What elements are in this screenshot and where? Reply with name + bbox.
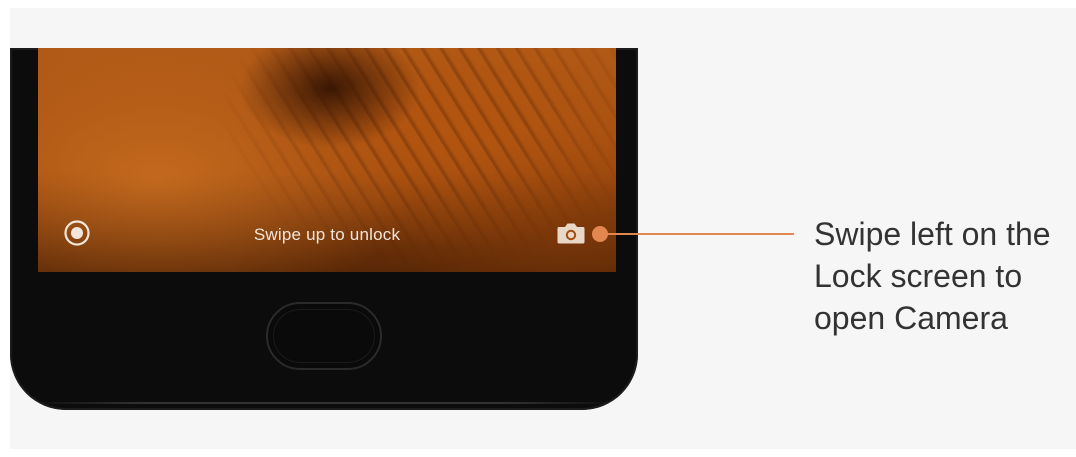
lock-screen: Swipe up to unlock [38,48,616,272]
home-button[interactable] [266,302,382,370]
callout-line [606,233,794,235]
callout-caption: Swipe left on the Lock screen to open Ca… [814,216,1051,336]
phone-body: Swipe up to unlock [10,48,638,410]
camera-icon[interactable] [556,220,586,246]
unlock-hint: Swipe up to unlock [253,225,401,244]
illustration: Swipe up to unlock Swipe left on the Loc… [0,0,1076,457]
